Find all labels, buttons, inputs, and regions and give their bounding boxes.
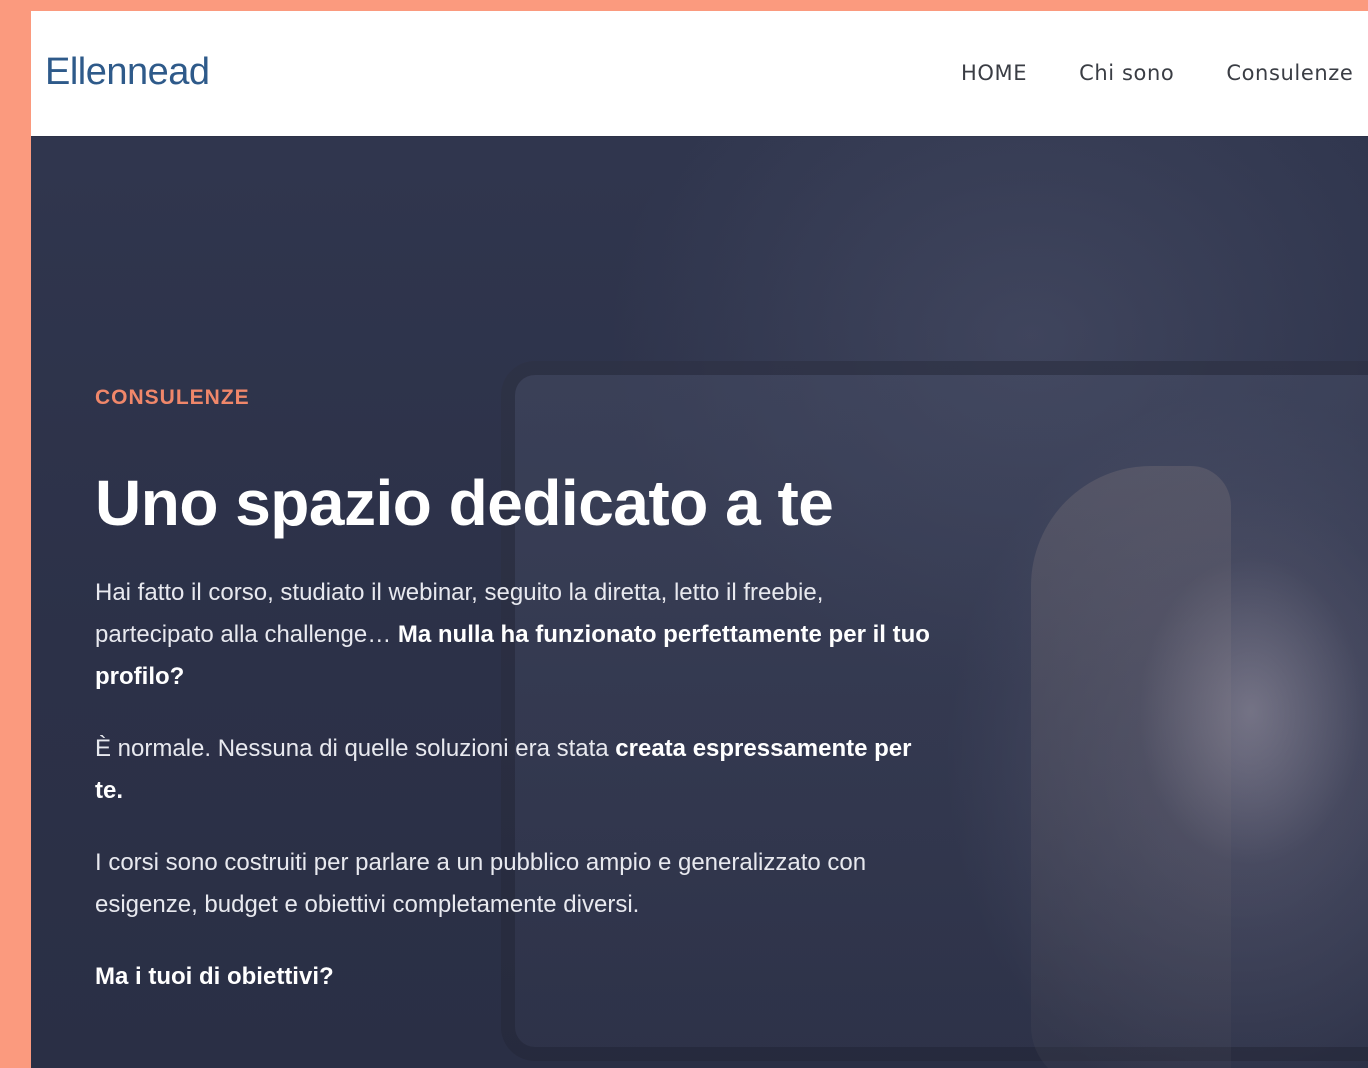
browser-viewport: Ellennead HOME Chi sono Consulenze CONSU…	[31, 11, 1368, 1068]
site-logo[interactable]: Ellennead	[45, 51, 210, 94]
nav-item-chi-sono[interactable]: Chi sono	[1079, 61, 1174, 85]
nav-item-home[interactable]: HOME	[961, 61, 1027, 85]
normal-text: È normale. Nessuna di quelle soluzioni e…	[95, 735, 616, 763]
goals-question: Ma i tuoi di obiettivi?	[95, 963, 334, 991]
main-nav: HOME Chi sono Consulenze	[961, 61, 1368, 85]
nav-item-consulenze[interactable]: Consulenze	[1226, 61, 1353, 85]
site-header: Ellennead HOME Chi sono Consulenze	[31, 11, 1368, 136]
section-eyebrow: CONSULENZE	[95, 386, 250, 409]
normal-paragraph: È normale. Nessuna di quelle soluzioni e…	[95, 728, 935, 812]
hero-content: CONSULENZE Uno spazio dedicato a te Hai …	[95, 386, 935, 1028]
page-title: Uno spazio dedicato a te	[95, 467, 834, 539]
intro-paragraph: Hai fatto il corso, studiato il webinar,…	[95, 572, 935, 698]
hero-section: CONSULENZE Uno spazio dedicato a te Hai …	[31, 136, 1368, 1068]
courses-paragraph: I corsi sono costruiti per parlare a un …	[95, 849, 867, 919]
hero-background-person	[1061, 481, 1368, 1068]
